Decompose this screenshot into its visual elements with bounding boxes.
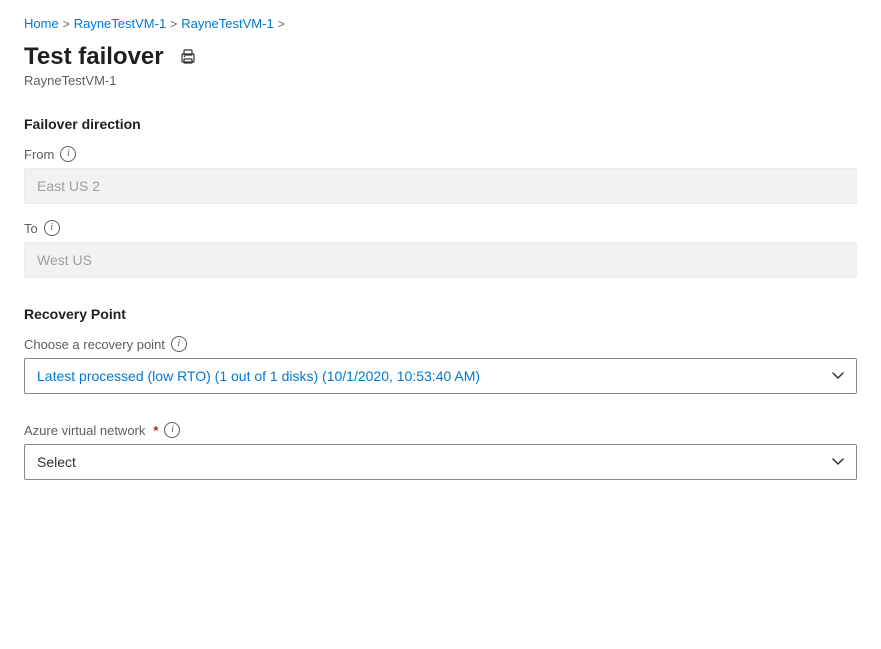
choose-recovery-label-row: Choose a recovery point i [24,336,857,352]
from-value-field: East US 2 [24,168,857,204]
breadcrumb-vm-1[interactable]: RayneTestVM-1 [74,16,166,31]
page-title: Test failover [24,43,164,71]
breadcrumb-vm-2[interactable]: RayneTestVM-1 [181,16,273,31]
azure-network-chevron-icon [832,455,844,469]
failover-direction-section: Failover direction From i East US 2 To i… [24,116,857,278]
to-field-group: To i West US [24,220,857,278]
breadcrumb-home[interactable]: Home [24,16,59,31]
from-label: From [24,147,54,162]
from-field-group: From i East US 2 [24,146,857,204]
azure-network-field-group: Azure virtual network * i Select [24,422,857,480]
azure-network-required: * [153,423,158,438]
failover-direction-title: Failover direction [24,116,857,132]
breadcrumb: Home > RayneTestVM-1 > RayneTestVM-1 > [24,16,857,31]
to-label-row: To i [24,220,857,236]
recovery-point-title: Recovery Point [24,306,857,322]
azure-network-label: Azure virtual network [24,423,145,438]
print-button[interactable] [174,43,202,71]
choose-recovery-info-icon[interactable]: i [171,336,187,352]
azure-network-label-row: Azure virtual network * i [24,422,857,438]
azure-network-info-icon[interactable]: i [164,422,180,438]
from-info-icon[interactable]: i [60,146,76,162]
azure-network-dropdown[interactable]: Select [24,444,857,480]
breadcrumb-separator-1: > [63,17,70,31]
azure-network-section: Azure virtual network * i Select [24,422,857,480]
page-subtitle: RayneTestVM-1 [24,73,857,88]
breadcrumb-separator-3: > [278,17,285,31]
azure-network-placeholder: Select [37,454,76,470]
recovery-point-section: Recovery Point Choose a recovery point i… [24,306,857,394]
to-value-field: West US [24,242,857,278]
recovery-point-chevron-icon [832,369,844,383]
to-label: To [24,221,38,236]
page-header: Test failover [24,43,857,71]
recovery-point-value: Latest processed (low RTO) (1 out of 1 d… [37,368,480,384]
print-icon [179,48,197,66]
recovery-point-field-group: Choose a recovery point i Latest process… [24,336,857,394]
to-info-icon[interactable]: i [44,220,60,236]
choose-recovery-label: Choose a recovery point [24,337,165,352]
recovery-point-dropdown[interactable]: Latest processed (low RTO) (1 out of 1 d… [24,358,857,394]
breadcrumb-separator-2: > [170,17,177,31]
from-label-row: From i [24,146,857,162]
